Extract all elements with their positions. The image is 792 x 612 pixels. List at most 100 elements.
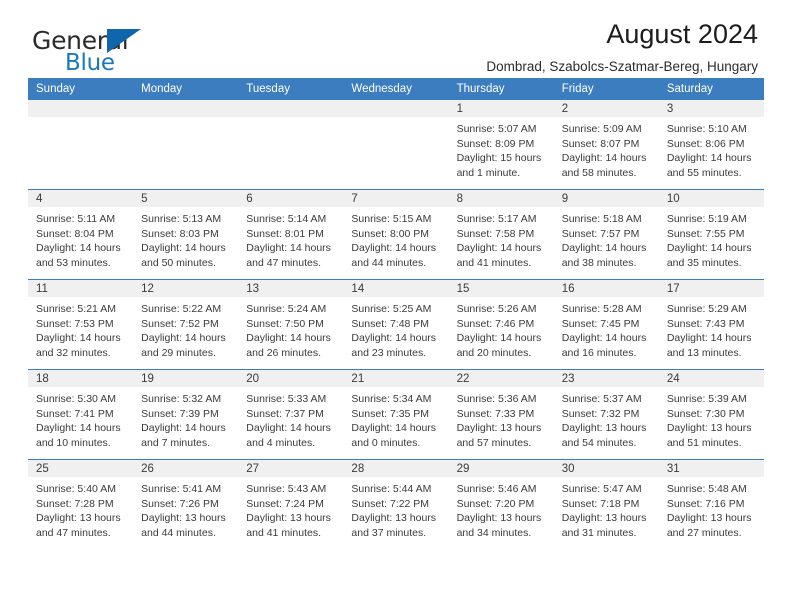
day-number: 29 (448, 460, 554, 477)
calendar-day-cell[interactable]: 22 Sunrise: 5:36 AM Sunset: 7:33 PM Dayligh… (448, 369, 554, 460)
calendar-day-cell[interactable]: 23 Sunrise: 5:37 AM Sunset: 7:32 PM Dayligh… (553, 369, 659, 460)
day-number: 24 (658, 370, 764, 387)
calendar-day-cell[interactable]: 16 Sunrise: 5:28 AM Sunset: 7:45 PM Dayligh… (553, 279, 659, 370)
calendar-day-cell[interactable]: 25 Sunrise: 5:40 AM Sunset: 7:28 PM Dayligh… (28, 459, 134, 549)
day-detail-line: and 16 minutes. (561, 346, 637, 359)
day-detail-line: Sunrise: 5:41 AM (141, 483, 222, 495)
day-detail-line: and 1 minute. (456, 166, 521, 179)
calendar-day-cell[interactable]: 26 Sunrise: 5:41 AM Sunset: 7:26 PM Dayligh… (133, 459, 239, 549)
calendar-day-cell[interactable]: 17 Sunrise: 5:29 AM Sunset: 7:43 PM Dayligh… (658, 279, 764, 370)
day-detail-line: Sunset: 7:57 PM (561, 227, 640, 240)
calendar-day-cell[interactable]: 3 Sunrise: 5:10 AM Sunset: 8:06 PM Daylight… (658, 100, 764, 190)
day-details: Sunrise: 5:17 AM Sunset: 7:58 PM Daylight:… (449, 207, 554, 270)
day-number: 9 (553, 190, 659, 207)
calendar-page: General Blue August 2024 Dombrad, Szabol… (0, 0, 792, 612)
day-details: Sunrise: 5:39 AM Sunset: 7:30 PM Daylight:… (659, 387, 764, 450)
day-detail-line: Daylight: 14 hours (561, 152, 647, 165)
day-detail-line: Daylight: 13 hours (561, 512, 647, 525)
calendar-day-cell[interactable]: 13 Sunrise: 5:24 AM Sunset: 7:50 PM Dayligh… (238, 279, 344, 370)
day-details: Sunrise: 5:22 AM Sunset: 7:52 PM Daylight:… (133, 297, 238, 360)
day-detail-line: Sunrise: 5:21 AM (36, 303, 116, 315)
calendar-day-cell[interactable]: 1 Sunrise: 5:07 AM Sunset: 8:09 PM Daylight… (448, 100, 554, 190)
calendar-day-cell[interactable]: 20 Sunrise: 5:33 AM Sunset: 7:37 PM Dayligh… (238, 369, 344, 460)
day-number: 27 (238, 460, 344, 477)
day-number: 4 (28, 190, 134, 207)
day-detail-line: Sunset: 8:09 PM (456, 137, 535, 150)
brand-logo[interactable]: General Blue (32, 26, 212, 76)
day-detail-line: Sunrise: 5:14 AM (246, 213, 327, 225)
day-detail-line: Sunrise: 5:26 AM (456, 303, 537, 315)
calendar-day-cell[interactable]: 19 Sunrise: 5:32 AM Sunset: 7:39 PM Dayligh… (133, 369, 239, 460)
day-detail-line: Sunset: 8:06 PM (666, 137, 745, 150)
day-detail-line: Sunset: 7:20 PM (456, 497, 535, 510)
day-details: Sunrise: 5:24 AM Sunset: 7:50 PM Daylight:… (238, 297, 343, 360)
calendar-day-cell[interactable]: 2 Sunrise: 5:09 AM Sunset: 8:07 PM Daylight… (553, 100, 659, 190)
day-detail-line: Sunset: 7:48 PM (351, 317, 430, 330)
day-details (133, 117, 238, 122)
calendar-day-cell[interactable]: 15 Sunrise: 5:26 AM Sunset: 7:46 PM Dayligh… (448, 279, 554, 370)
day-detail-line: Sunset: 7:26 PM (141, 497, 219, 510)
day-details: Sunrise: 5:29 AM Sunset: 7:43 PM Daylight:… (659, 297, 764, 360)
day-detail-line: Daylight: 14 hours (141, 422, 226, 435)
day-detail-line: Daylight: 14 hours (351, 242, 437, 255)
day-detail-line: Sunrise: 5:40 AM (36, 483, 116, 495)
calendar-day-cell[interactable]: 7 Sunrise: 5:15 AM Sunset: 8:00 PM Daylight… (343, 189, 449, 280)
day-detail-line: and 29 minutes. (141, 346, 216, 359)
calendar-day-cell[interactable]: 21 Sunrise: 5:34 AM Sunset: 7:35 PM Dayligh… (343, 369, 449, 460)
day-number (343, 100, 449, 117)
day-details: Sunrise: 5:37 AM Sunset: 7:32 PM Daylight:… (554, 387, 659, 450)
day-number (133, 100, 239, 117)
day-number: 11 (28, 280, 134, 297)
calendar-day-cell[interactable]: 9 Sunrise: 5:18 AM Sunset: 7:57 PM Daylight… (553, 189, 659, 280)
weekday-header-wednesday: Wednesday (343, 78, 449, 100)
day-details: Sunrise: 5:32 AM Sunset: 7:39 PM Daylight:… (133, 387, 238, 450)
day-detail-line: Sunrise: 5:36 AM (456, 393, 537, 405)
day-number: 15 (448, 280, 554, 297)
calendar-day-cell-empty (238, 100, 344, 190)
calendar-day-cell[interactable]: 31 Sunrise: 5:48 AM Sunset: 7:16 PM Dayligh… (658, 459, 764, 549)
day-details: Sunrise: 5:21 AM Sunset: 7:53 PM Daylight:… (28, 297, 133, 360)
day-details: Sunrise: 5:40 AM Sunset: 7:28 PM Daylight:… (28, 477, 133, 540)
day-detail-line: Sunrise: 5:25 AM (351, 303, 432, 315)
day-details: Sunrise: 5:44 AM Sunset: 7:22 PM Daylight:… (343, 477, 448, 540)
day-number: 30 (553, 460, 659, 477)
calendar-day-cell[interactable]: 12 Sunrise: 5:22 AM Sunset: 7:52 PM Dayligh… (133, 279, 239, 370)
weekday-header-thursday: Thursday (448, 78, 554, 100)
day-details: Sunrise: 5:36 AM Sunset: 7:33 PM Daylight:… (449, 387, 554, 450)
calendar-day-cell-empty (28, 100, 134, 190)
day-number: 14 (343, 280, 449, 297)
day-detail-line: Sunset: 7:41 PM (36, 407, 114, 420)
calendar-day-cell[interactable]: 10 Sunrise: 5:19 AM Sunset: 7:55 PM Dayligh… (658, 189, 764, 280)
calendar-day-cell[interactable]: 6 Sunrise: 5:14 AM Sunset: 8:01 PM Daylight… (238, 189, 344, 280)
calendar-day-cell[interactable]: 4 Sunrise: 5:11 AM Sunset: 8:04 PM Daylight… (28, 189, 134, 280)
day-details: Sunrise: 5:41 AM Sunset: 7:26 PM Daylight:… (133, 477, 238, 540)
day-detail-line: Sunrise: 5:18 AM (561, 213, 642, 225)
title-block: August 2024 Dombrad, Szabolcs-Szatmar-Be… (486, 19, 758, 73)
day-detail-line: and 47 minutes. (246, 256, 321, 269)
calendar-week-row: 11 Sunrise: 5:21 AM Sunset: 7:53 PM Dayligh… (28, 279, 764, 370)
calendar-day-cell[interactable]: 11 Sunrise: 5:21 AM Sunset: 7:53 PM Dayligh… (28, 279, 134, 370)
page-header: General Blue August 2024 Dombrad, Szabol… (28, 0, 764, 78)
calendar-day-cell[interactable]: 24 Sunrise: 5:39 AM Sunset: 7:30 PM Dayligh… (658, 369, 764, 460)
day-details: Sunrise: 5:15 AM Sunset: 8:00 PM Daylight:… (343, 207, 448, 270)
day-detail-line: Sunrise: 5:29 AM (666, 303, 747, 315)
day-details (28, 117, 133, 122)
calendar-day-cell[interactable]: 18 Sunrise: 5:30 AM Sunset: 7:41 PM Dayligh… (28, 369, 134, 460)
day-detail-line: Sunset: 7:45 PM (561, 317, 640, 330)
day-detail-line: Sunset: 8:00 PM (351, 227, 430, 240)
calendar-day-cell[interactable]: 27 Sunrise: 5:43 AM Sunset: 7:24 PM Dayligh… (238, 459, 344, 549)
day-detail-line: Daylight: 13 hours (666, 422, 752, 435)
calendar-day-cell[interactable]: 8 Sunrise: 5:17 AM Sunset: 7:58 PM Daylight… (448, 189, 554, 280)
calendar-week-row: 18 Sunrise: 5:30 AM Sunset: 7:41 PM Dayligh… (28, 369, 764, 460)
calendar-day-cell[interactable]: 30 Sunrise: 5:47 AM Sunset: 7:18 PM Dayligh… (553, 459, 659, 549)
day-number: 7 (343, 190, 449, 207)
calendar-day-cell[interactable]: 5 Sunrise: 5:13 AM Sunset: 8:03 PM Daylight… (133, 189, 239, 280)
page-title: August 2024 (606, 19, 758, 49)
calendar-day-cell-empty (343, 100, 449, 190)
day-detail-line: Daylight: 14 hours (36, 422, 121, 435)
calendar-day-cell[interactable]: 14 Sunrise: 5:25 AM Sunset: 7:48 PM Dayligh… (343, 279, 449, 370)
day-number: 23 (553, 370, 659, 387)
calendar-day-cell[interactable]: 28 Sunrise: 5:44 AM Sunset: 7:22 PM Dayligh… (343, 459, 449, 549)
day-details: Sunrise: 5:18 AM Sunset: 7:57 PM Daylight:… (554, 207, 659, 270)
calendar-day-cell[interactable]: 29 Sunrise: 5:46 AM Sunset: 7:20 PM Dayligh… (448, 459, 554, 549)
